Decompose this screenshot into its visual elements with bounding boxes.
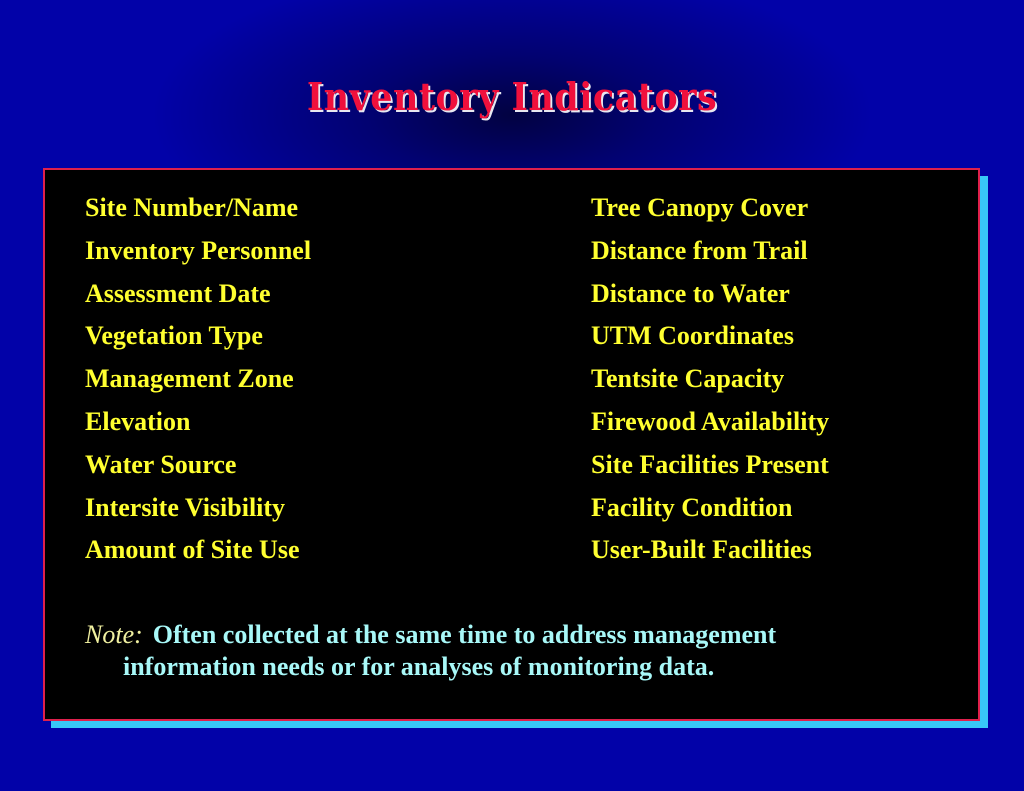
- list-item: Intersite Visibility: [85, 492, 286, 522]
- left-indicator-list: Site Number/Name Inventory Personnel Ass…: [85, 193, 311, 578]
- content-panel: Site Number/Name Inventory Personnel Ass…: [43, 168, 980, 721]
- list-item: Site Facilities Present: [591, 449, 829, 479]
- list-item: Firewood Availability: [591, 406, 830, 436]
- list-item: Tree Canopy Cover: [591, 193, 809, 222]
- list-item: Distance to Water: [591, 278, 790, 308]
- list-item: Assessment Date: [85, 278, 271, 308]
- list-item: Tentsite Capacity: [591, 364, 785, 394]
- list-item: Management Zone: [85, 364, 294, 394]
- list-item: UTM Coordinates: [591, 321, 794, 351]
- list-item: Water Source: [85, 449, 237, 479]
- note-label: Note:: [85, 620, 143, 649]
- list-item: Distance from Trail: [591, 235, 808, 265]
- note-line-2: information needs or for analyses of mon…: [123, 652, 715, 681]
- list-item: Facility Condition: [591, 492, 793, 522]
- list-item: Vegetation Type: [85, 321, 263, 351]
- list-item: Amount of Site Use: [85, 535, 300, 565]
- list-item: Elevation: [85, 406, 191, 436]
- note: Note: Often collected at the same time to…: [85, 619, 945, 683]
- list-item: User-Built Facilities: [591, 535, 812, 565]
- list-item: Site Number/Name: [85, 193, 299, 222]
- note-line-1: Often collected at the same time to addr…: [152, 620, 777, 649]
- list-item: Inventory Personnel: [85, 235, 312, 265]
- slide-title: Inventory Indicators: [306, 74, 718, 119]
- right-indicator-list: Tree Canopy Cover Distance from Trail Di…: [591, 193, 829, 578]
